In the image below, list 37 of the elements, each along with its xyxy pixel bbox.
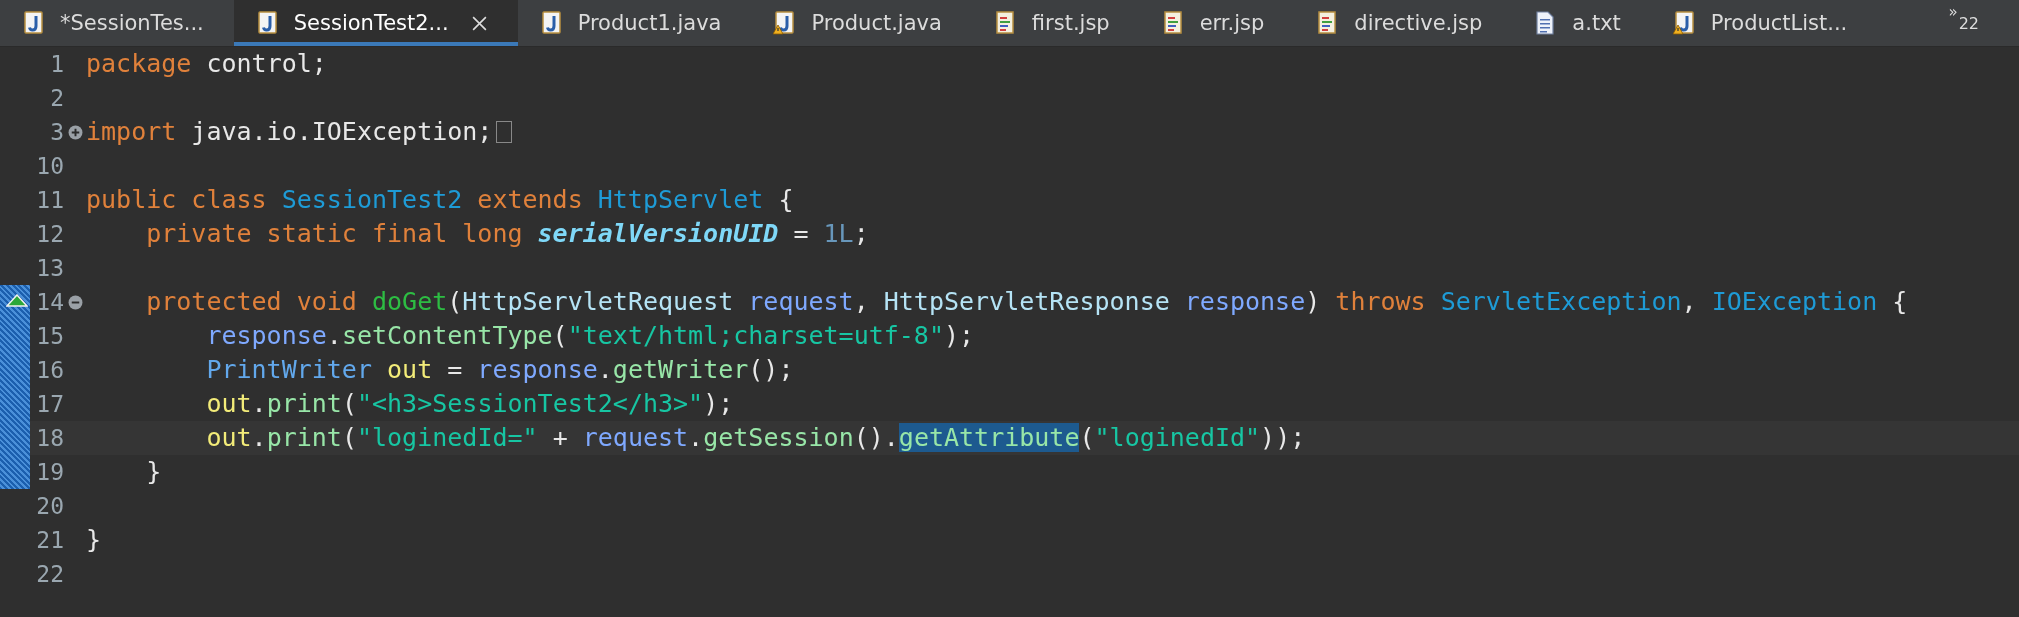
code-line: out.print("<h3>SessionTest2</h3>"); xyxy=(205,388,734,420)
line-number: 22 xyxy=(35,560,64,589)
code-line: response.setContentType("text/html;charset=utf-8"); xyxy=(205,320,975,352)
code-line: out.print("loginedId=" + request.getSession().getAttribute("loginedId")); xyxy=(205,422,1306,454)
line-number: 20 xyxy=(35,492,64,521)
line-number: 1 xyxy=(49,50,64,79)
line-number: 21 xyxy=(35,526,64,555)
editor-tab[interactable]: SessionTest2... xyxy=(233,0,518,46)
editor-tab[interactable]: err.jsp xyxy=(1139,0,1295,46)
code-line: } xyxy=(145,456,162,488)
editor-tab[interactable]: directive.jsp xyxy=(1294,0,1513,46)
editor-tab[interactable]: a.txt xyxy=(1512,0,1651,46)
editor-tab[interactable]: Product.java xyxy=(751,0,972,46)
code-line: private static final long serialVersionUID = 1L; xyxy=(145,218,869,250)
line-number: 2 xyxy=(49,84,64,113)
code-line: public class SessionTest2 extends HttpServlet { xyxy=(86,184,794,216)
line-number: 15 xyxy=(35,322,64,351)
code-line: } xyxy=(86,524,102,556)
code-line: import java.io.IOException; xyxy=(86,116,493,148)
line-number: 11 xyxy=(35,186,64,215)
line-number: 10 xyxy=(35,152,64,181)
line-number: 12 xyxy=(35,220,64,249)
code-line: protected void doGet(HttpServletRequest request, HttpServletResponse response) throws ServletException, IOException { xyxy=(145,286,1908,318)
line-number: 3 xyxy=(49,118,64,147)
code-line: package control; xyxy=(86,48,327,80)
line-number: 14 xyxy=(35,288,64,317)
editor-tab[interactable]: Product1.java xyxy=(517,0,752,46)
line-number: 16 xyxy=(35,356,64,385)
line-number: 18 xyxy=(35,424,64,453)
editor-tab[interactable]: first.jsp xyxy=(971,0,1140,46)
editor-tab[interactable]: ProductList... xyxy=(1650,0,1878,46)
editor-tab[interactable]: *SessionTes... xyxy=(0,0,234,46)
line-number: 17 xyxy=(35,390,64,419)
line-number: 13 xyxy=(35,254,64,283)
code-line: PrintWriter out = response.getWriter(); xyxy=(205,354,794,386)
tab-overflow-button[interactable]: » 22 xyxy=(1948,0,1979,46)
line-number: 19 xyxy=(35,458,64,487)
